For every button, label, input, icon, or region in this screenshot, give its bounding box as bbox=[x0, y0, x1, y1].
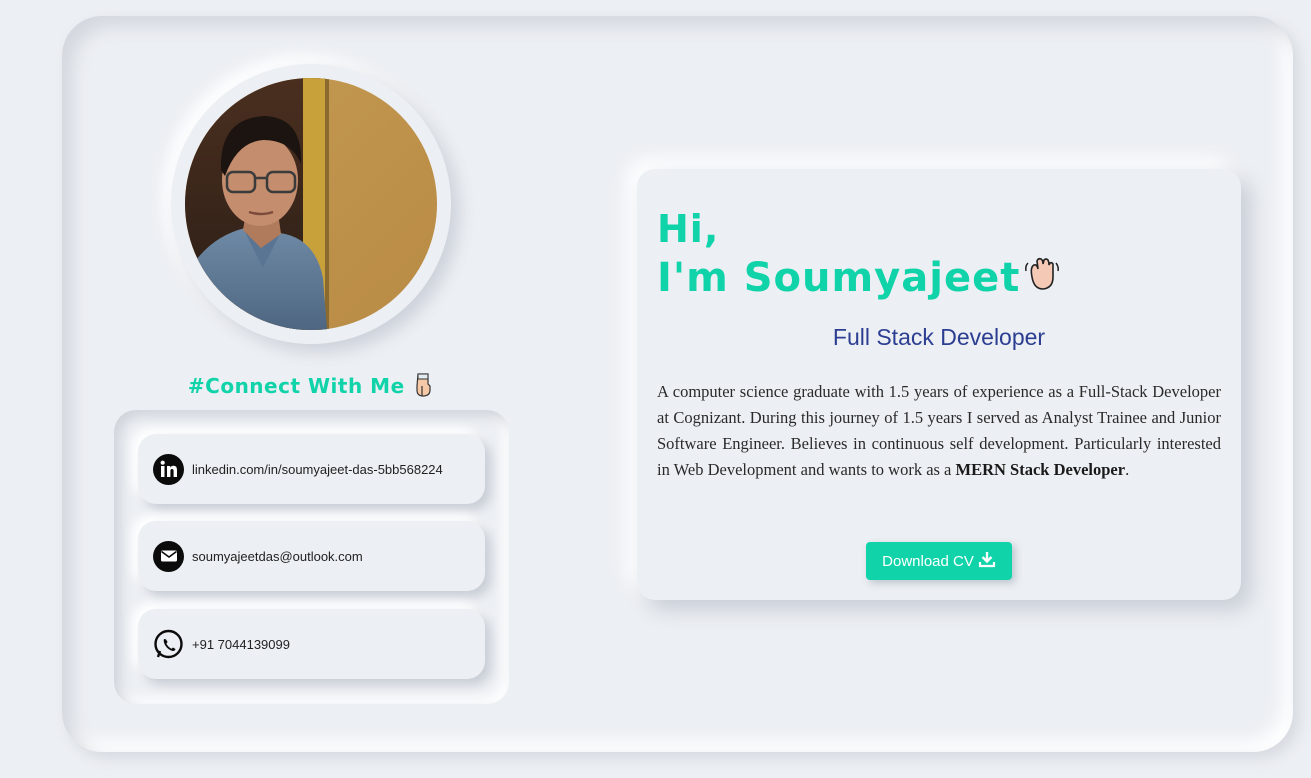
bio-paragraph: A computer science graduate with 1.5 yea… bbox=[657, 379, 1221, 483]
contact-email[interactable]: soumyajeetdas@outlook.com bbox=[138, 521, 485, 591]
connect-title: #Connect With Me bbox=[110, 372, 510, 403]
contact-email-label: soumyajeetdas@outlook.com bbox=[192, 548, 363, 564]
role-title: Full Stack Developer bbox=[832, 324, 1046, 350]
contact-phone-label: +91 7044139099 bbox=[192, 636, 290, 652]
connect-title-text: #Connect With Me bbox=[187, 374, 405, 398]
avatar bbox=[185, 78, 437, 330]
contact-linkedin-label: linkedin.com/in/soumyajeet-das-5bb568224 bbox=[192, 461, 443, 477]
mail-icon bbox=[153, 540, 184, 572]
waving-hand-icon bbox=[1022, 255, 1062, 306]
bio-emphasis: MERN Stack Developer bbox=[955, 460, 1126, 479]
name-heading: I'm Soumyajeet bbox=[657, 254, 1062, 306]
download-icon bbox=[978, 550, 996, 572]
whatsapp-icon bbox=[153, 629, 184, 660]
pointing-down-icon bbox=[414, 372, 432, 403]
bio-end: . bbox=[1125, 460, 1130, 479]
bio-text: A computer science graduate with 1.5 yea… bbox=[657, 382, 1221, 479]
greeting: Hi, bbox=[657, 207, 720, 251]
download-cv-button[interactable]: Download CV bbox=[866, 542, 1012, 580]
contact-phone[interactable]: +91 7044139099 bbox=[138, 609, 485, 679]
download-cv-label: Download CV bbox=[882, 552, 974, 570]
contact-linkedin[interactable]: linkedin.com/in/soumyajeet-das-5bb568224 bbox=[138, 434, 485, 504]
name-heading-text: I'm Soumyajeet bbox=[657, 255, 1021, 301]
linkedin-icon bbox=[153, 453, 184, 485]
